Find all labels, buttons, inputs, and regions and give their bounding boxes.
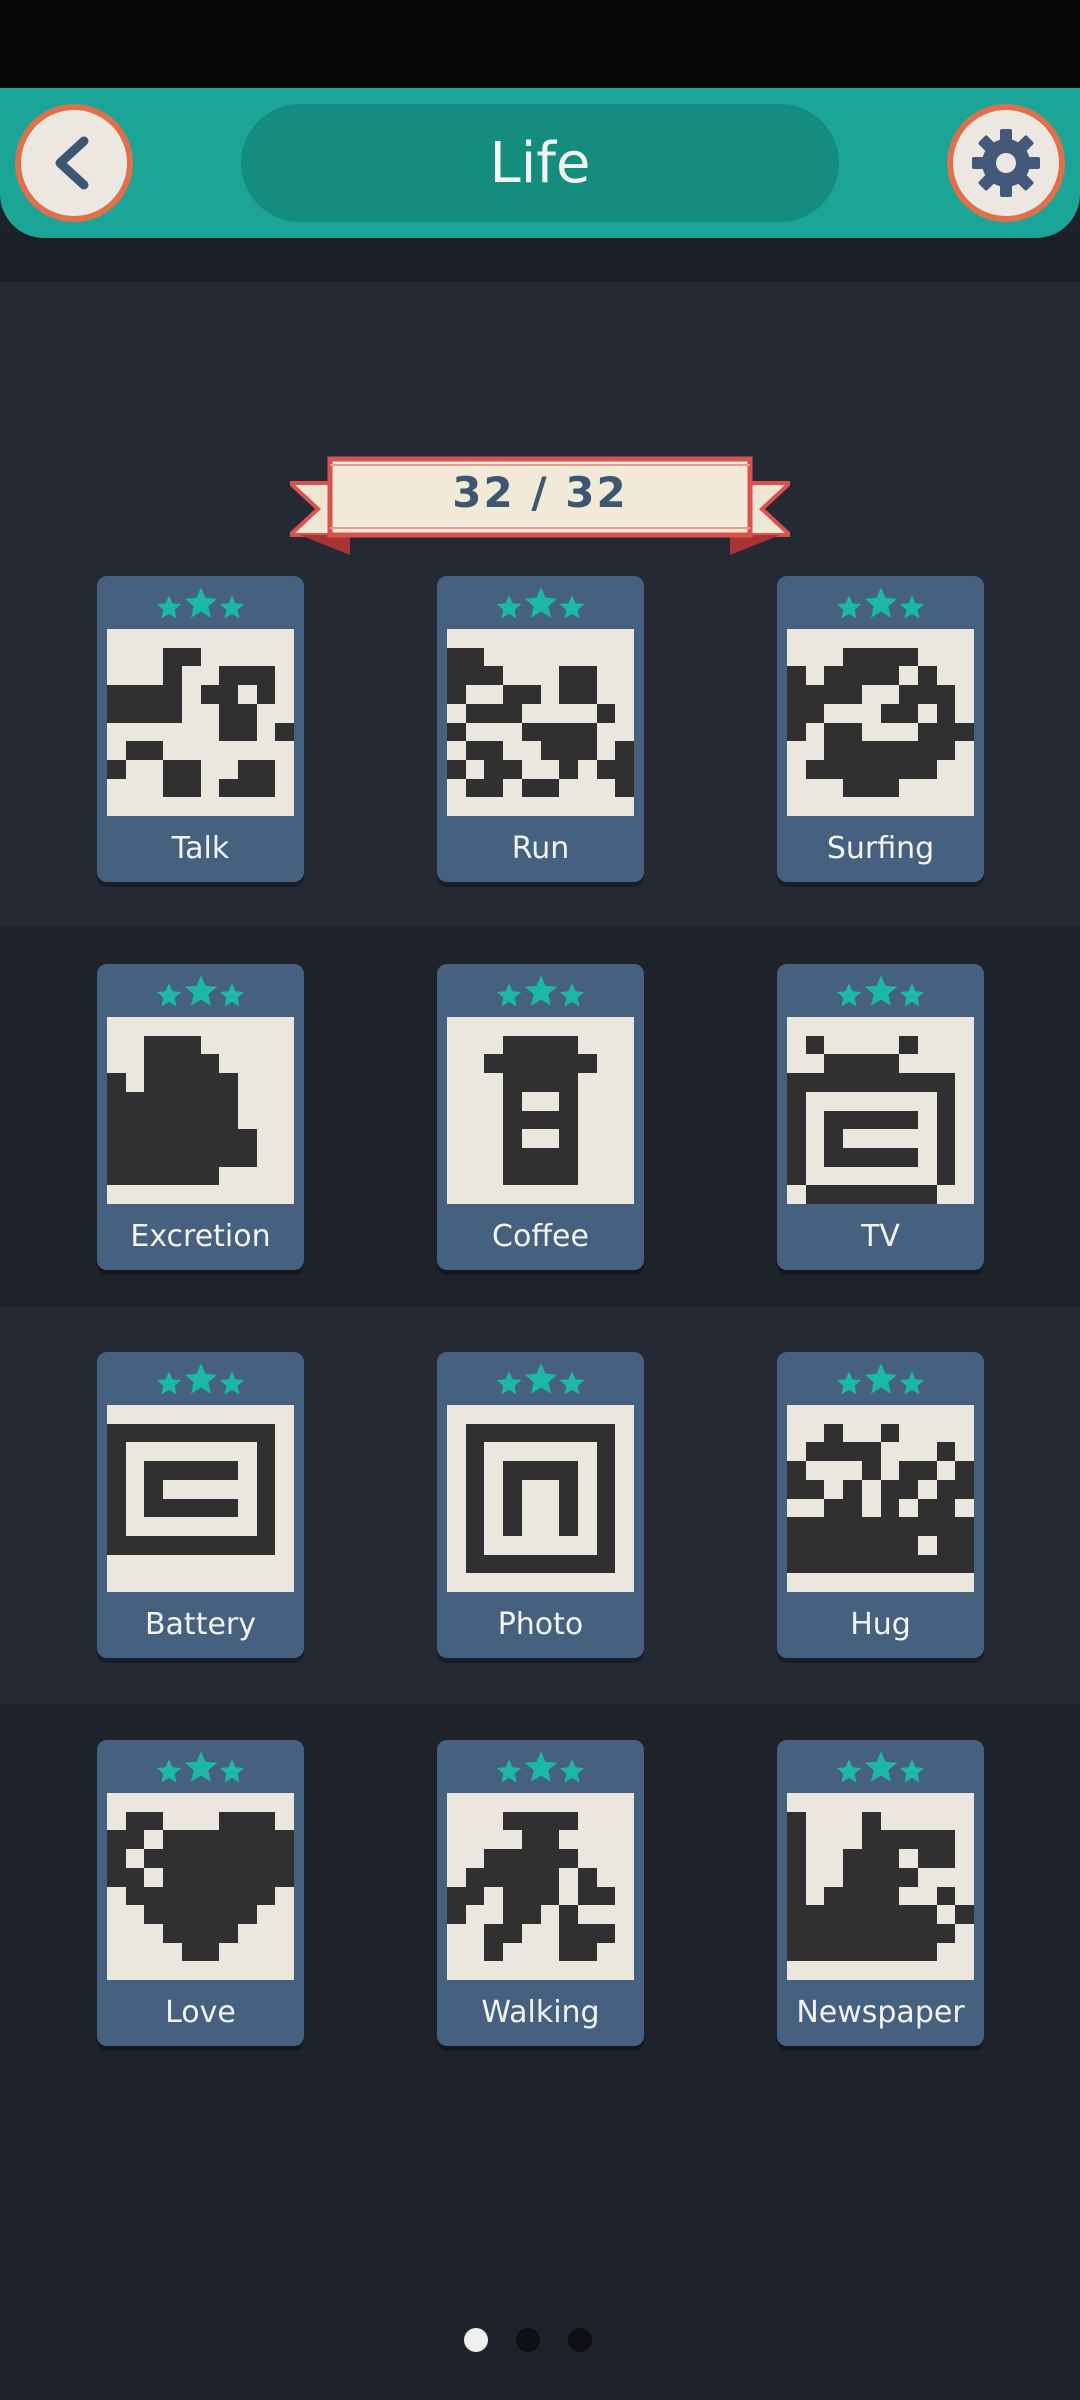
star-icon — [559, 983, 585, 1007]
star-icon — [836, 983, 862, 1007]
star-icon — [496, 1759, 522, 1783]
puzzle-picture — [107, 1793, 294, 1980]
puzzle-card[interactable]: Love — [97, 1740, 304, 2046]
star-icon — [899, 1759, 925, 1783]
puzzle-picture — [447, 629, 634, 816]
status-bar — [0, 0, 1080, 88]
star-icon — [219, 1759, 245, 1783]
stars-rating — [836, 975, 925, 1007]
puzzle-picture — [447, 1405, 634, 1592]
puzzle-picture — [107, 1017, 294, 1204]
star-icon — [524, 587, 558, 618]
gear-icon — [972, 129, 1040, 197]
star-icon — [184, 587, 218, 618]
star-icon — [184, 975, 218, 1006]
star-icon — [524, 1751, 558, 1782]
puzzle-card[interactable]: Excretion — [97, 964, 304, 1270]
star-icon — [184, 1363, 218, 1394]
star-icon — [219, 595, 245, 619]
star-icon — [899, 595, 925, 619]
stars-rating — [156, 1363, 245, 1395]
stars-rating — [836, 587, 925, 619]
puzzle-card[interactable]: TV — [777, 964, 984, 1270]
puzzle-card[interactable]: Surfing — [777, 576, 984, 882]
star-icon — [836, 595, 862, 619]
puzzle-card[interactable]: Talk — [97, 576, 304, 882]
puzzle-label: TV — [861, 1218, 900, 1254]
stars-rating — [836, 1751, 925, 1783]
puzzle-label: Hug — [850, 1606, 911, 1642]
star-icon — [156, 1371, 182, 1395]
star-icon — [864, 1751, 898, 1782]
star-icon — [899, 983, 925, 1007]
puzzle-label: Battery — [144, 1606, 257, 1642]
stars-rating — [496, 1751, 585, 1783]
star-icon — [899, 1371, 925, 1395]
progress-count: 32 / 32 — [452, 467, 628, 517]
star-icon — [524, 975, 558, 1006]
stars-rating — [156, 975, 245, 1007]
star-icon — [864, 1363, 898, 1394]
puzzle-label: Photo — [497, 1606, 584, 1642]
puzzle-card[interactable]: Run — [437, 576, 644, 882]
settings-button[interactable] — [947, 104, 1065, 222]
puzzle-label: Excretion — [130, 1218, 271, 1254]
puzzle-label: Newspaper — [796, 1994, 965, 2030]
header-shadow — [0, 232, 1080, 282]
puzzle-label: Run — [511, 830, 570, 866]
star-icon — [864, 587, 898, 618]
page-dot-3[interactable] — [568, 2328, 592, 2352]
star-icon — [156, 595, 182, 619]
page-dot-2[interactable] — [516, 2328, 540, 2352]
stars-rating — [156, 587, 245, 619]
puzzle-picture — [447, 1017, 634, 1204]
puzzle-picture — [787, 1017, 974, 1204]
star-icon — [496, 1371, 522, 1395]
stars-rating — [496, 1363, 585, 1395]
star-icon — [559, 1371, 585, 1395]
star-icon — [219, 1371, 245, 1395]
puzzle-picture — [107, 1405, 294, 1592]
star-icon — [156, 983, 182, 1007]
chevron-left-icon — [55, 136, 89, 190]
puzzle-picture — [787, 629, 974, 816]
star-icon — [524, 1363, 558, 1394]
star-icon — [559, 1759, 585, 1783]
stars-rating — [496, 587, 585, 619]
puzzle-card[interactable]: Walking — [437, 1740, 644, 2046]
star-icon — [836, 1371, 862, 1395]
puzzle-card[interactable]: Battery — [97, 1352, 304, 1658]
puzzle-picture — [107, 629, 294, 816]
puzzle-picture — [787, 1405, 974, 1592]
puzzle-picture — [447, 1793, 634, 1980]
page-dot-1[interactable] — [464, 2328, 488, 2352]
puzzle-label: Love — [165, 1994, 236, 2030]
page-title: Life — [241, 104, 839, 222]
star-icon — [836, 1759, 862, 1783]
puzzle-card[interactable]: Hug — [777, 1352, 984, 1658]
star-icon — [496, 595, 522, 619]
back-button[interactable] — [15, 104, 133, 222]
stars-rating — [496, 975, 585, 1007]
puzzle-card[interactable]: Photo — [437, 1352, 644, 1658]
stars-rating — [156, 1751, 245, 1783]
star-icon — [496, 983, 522, 1007]
star-icon — [184, 1751, 218, 1782]
star-icon — [156, 1759, 182, 1783]
star-icon — [219, 983, 245, 1007]
page-indicator — [0, 2325, 1080, 2355]
puzzle-label: Walking — [481, 1994, 600, 2030]
star-icon — [559, 595, 585, 619]
puzzle-card[interactable]: Newspaper — [777, 1740, 984, 2046]
puzzle-card[interactable]: Coffee — [437, 964, 644, 1270]
stars-rating — [836, 1363, 925, 1395]
puzzle-picture — [787, 1793, 974, 1980]
puzzle-label: Surfing — [826, 830, 935, 866]
puzzle-label: Talk — [171, 830, 230, 866]
puzzle-label: Coffee — [492, 1218, 589, 1254]
star-icon — [864, 975, 898, 1006]
